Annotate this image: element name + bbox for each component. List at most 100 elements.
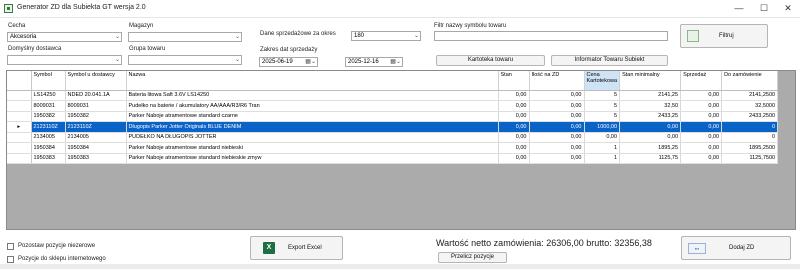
date-to-picker[interactable]: 2025-12-16 ▦⌄ (345, 57, 403, 67)
row-header[interactable] (7, 132, 32, 143)
cell-symbol[interactable]: 1950384 (31, 142, 66, 154)
cell-ilosc-na-zd[interactable]: 0,00 (529, 100, 585, 112)
cell-stan-minimalny[interactable]: 2433,25 (619, 111, 682, 122)
cell-do-zamowienie[interactable]: 1895,2500 (721, 142, 779, 154)
column-header-symbol-dostawcy[interactable]: Symbol u dostawcy (65, 71, 127, 91)
kartoteka-button[interactable]: Kartoteka towaru (436, 55, 545, 66)
cell-symbol[interactable]: 2123110Z (31, 121, 66, 133)
cell-symbol[interactable]: 1950382 (31, 111, 66, 122)
cell-sprzedaz[interactable]: 0,00 (680, 142, 723, 154)
cell-do-zamowienie[interactable]: 2141,2500 (721, 90, 779, 101)
cell-stan-minimalny[interactable]: 1125,75 (619, 153, 682, 164)
cell-nazwa[interactable]: Parker Naboje atramentowe standard niebi… (126, 142, 499, 154)
cell-stan-minimalny[interactable]: 32,50 (619, 100, 682, 112)
cell-symbol-dostawcy[interactable]: 1950384 (65, 142, 127, 154)
cell-symbol-dostawcy[interactable]: 2134005 (65, 132, 127, 143)
cell-cena-kartotekowa[interactable]: 5 (584, 111, 621, 122)
cell-ilosc-na-zd[interactable]: 0,00 (529, 153, 585, 164)
column-header-do-zamowienie[interactable]: Do zamówienie (721, 71, 779, 91)
column-header-cena-kartotekowa[interactable]: Cena Kartotekowa (584, 71, 621, 91)
cell-cena-kartotekowa[interactable]: 5 (584, 100, 621, 112)
row-header[interactable] (7, 100, 32, 112)
column-header-stan-minimalny[interactable]: Stan minimalny (619, 71, 682, 91)
cell-sprzedaz[interactable]: 0,00 (680, 132, 723, 143)
export-excel-button[interactable]: X Export Excel (250, 236, 343, 260)
cell-sprzedaz[interactable]: 0,00 (680, 153, 723, 164)
cell-nazwa[interactable]: Parker Naboje atramentowe standard niebi… (126, 153, 499, 164)
cell-nazwa[interactable]: Parker Naboje atramentowe standard czarn… (126, 111, 499, 122)
table-row[interactable]: 1950382 1950382 Parker Naboje atramentowe … (7, 111, 779, 122)
row-header[interactable] (7, 111, 32, 122)
cell-stan[interactable]: 0,00 (498, 142, 530, 154)
row-header[interactable] (7, 142, 32, 154)
cell-symbol[interactable]: LS14250 (31, 90, 66, 101)
cell-cena-kartotekowa[interactable]: 1000,00 (584, 121, 621, 133)
cell-ilosc-na-zd[interactable]: 0,00 (529, 121, 585, 133)
informator-button[interactable]: Informator Towaru Subiekt (551, 55, 668, 66)
cell-stan-minimalny[interactable]: 0,00 (619, 132, 682, 143)
cell-do-zamowienie[interactable]: 32,5000 (721, 100, 779, 112)
row-header[interactable] (7, 90, 32, 101)
cell-stan[interactable]: 0,00 (498, 153, 530, 164)
column-header-nazwa[interactable]: Nazwa (126, 71, 499, 91)
cell-stan[interactable]: 0,00 (498, 121, 530, 133)
cell-do-zamowienie[interactable]: 0 (721, 121, 779, 133)
table-row[interactable]: ▸ 2123110Z 2123110Z Długopis Parker Jotter … (7, 121, 779, 133)
table-row[interactable]: 2134005 2134005 PUDEŁKO NA DŁUGOPIS JOTTER… (7, 132, 779, 143)
cell-nazwa[interactable]: Bateria litowa Saft 3.6V LS14250 (126, 90, 499, 101)
cell-ilosc-na-zd[interactable]: 0,00 (529, 132, 585, 143)
cell-stan[interactable]: 0,00 (498, 111, 530, 122)
cell-do-zamowienie[interactable]: 1125,7500 (721, 153, 779, 164)
date-from-picker[interactable]: 2025-06-19 ▦⌄ (259, 57, 318, 67)
table-row[interactable]: 8009031 8009031 Pudełko na baterie / akumu… (7, 100, 779, 112)
products-grid[interactable]: Symbol Symbol u dostawcy Nazwa Stan Iloś… (6, 70, 796, 230)
cell-symbol-dostawcy[interactable]: 1950382 (65, 111, 127, 122)
cell-ilosc-na-zd[interactable]: 0,00 (529, 142, 585, 154)
minimize-button[interactable]: — (732, 2, 746, 14)
cell-cena-kartotekowa[interactable]: 1 (584, 142, 621, 154)
column-header-ilosc-na-zd[interactable]: Ilość na ZD (529, 71, 585, 91)
cell-cena-kartotekowa[interactable]: 1 (584, 153, 621, 164)
cell-stan-minimalny[interactable]: 2141,25 (619, 90, 682, 101)
cell-stan-minimalny[interactable]: 1895,25 (619, 142, 682, 154)
cell-symbol[interactable]: 8009031 (31, 100, 66, 112)
dane-sprzedazowe-select[interactable]: 180 ⌄ (351, 31, 421, 41)
cell-sprzedaz[interactable]: 0,00 (680, 111, 723, 122)
table-row[interactable]: 1950384 1950384 Parker Naboje atramentowe … (7, 142, 779, 154)
cecha-select[interactable]: Akcesoria ⌄ (7, 32, 122, 42)
table-row[interactable]: 1950383 1950383 Parker Naboje atramentowe … (7, 153, 779, 164)
cell-sprzedaz[interactable]: 0,00 (680, 90, 723, 101)
przelicz-button[interactable]: Przelicz pozycje (438, 252, 507, 263)
cell-nazwa[interactable]: PUDEŁKO NA DŁUGOPIS JOTTER (126, 132, 499, 143)
column-header-symbol[interactable]: Symbol (31, 71, 66, 91)
cell-symbol-dostawcy[interactable]: 8009031 (65, 100, 127, 112)
close-button[interactable]: ✕ (781, 2, 795, 14)
cell-nazwa[interactable]: Pudełko na baterie / akumulatory AA/AAA/… (126, 100, 499, 112)
column-header-stan[interactable]: Stan (498, 71, 530, 91)
filtr-symbolu-input[interactable] (434, 31, 668, 41)
dodaj-zd-button[interactable]: ▪▪▪ Dodaj ZD (681, 236, 791, 260)
cell-symbol-dostawcy[interactable]: 2123110Z (65, 121, 127, 133)
row-header[interactable] (7, 153, 32, 164)
maximize-button[interactable]: ☐ (757, 2, 771, 14)
cell-cena-kartotekowa[interactable]: 0,00 (584, 132, 621, 143)
cell-cena-kartotekowa[interactable]: 5 (584, 90, 621, 101)
cell-ilosc-na-zd[interactable]: 0,00 (529, 90, 585, 101)
cell-symbol-dostawcy[interactable]: 1950383 (65, 153, 127, 164)
column-header-sprzedaz[interactable]: Sprzedaż (680, 71, 723, 91)
cell-do-zamowienie[interactable]: 0 (721, 132, 779, 143)
pozostaw-checkbox[interactable] (7, 243, 14, 250)
cell-stan[interactable]: 0,00 (498, 100, 530, 112)
cell-symbol[interactable]: 1950383 (31, 153, 66, 164)
cell-ilosc-na-zd[interactable]: 0,00 (529, 111, 585, 122)
magazyn-select[interactable]: ⌄ (128, 32, 242, 42)
cell-nazwa[interactable]: Długopis Parker Jotter Originals BLUE DE… (126, 121, 499, 133)
grupa-towaru-select[interactable]: ⌄ (128, 55, 242, 65)
table-row[interactable]: LS14250 NDED 20.041.1A Bateria litowa Saft… (7, 90, 779, 101)
cell-sprzedaz[interactable]: 0,00 (680, 121, 723, 133)
row-header[interactable]: ▸ (7, 121, 32, 133)
cell-sprzedaz[interactable]: 0,00 (680, 100, 723, 112)
cell-symbol-dostawcy[interactable]: NDED 20.041.1A (65, 90, 127, 101)
cell-do-zamowienie[interactable]: 2433,2500 (721, 111, 779, 122)
cell-stan[interactable]: 0,00 (498, 90, 530, 101)
